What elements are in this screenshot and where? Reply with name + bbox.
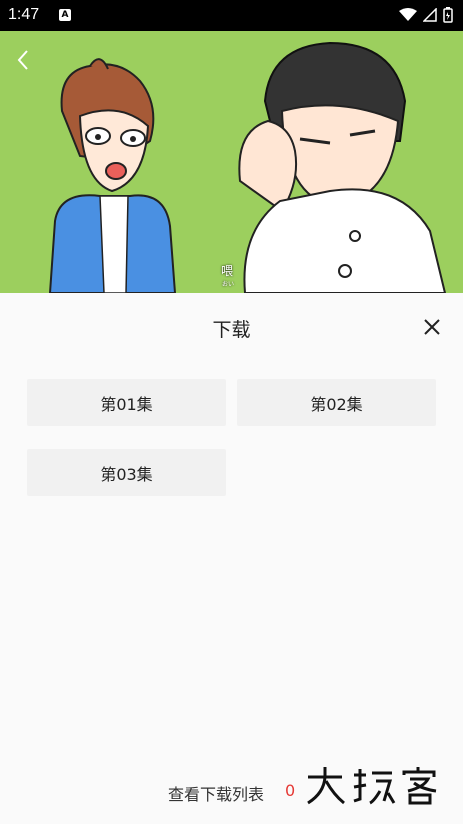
sheet-title: 下载: [212, 319, 251, 341]
status-bar: 1:47 A: [0, 0, 463, 31]
download-count-badge: 0: [285, 781, 296, 800]
wifi-icon: [399, 8, 417, 21]
subtitle-ruby: おい: [222, 281, 235, 288]
status-icons: [399, 7, 453, 23]
back-arrow-icon[interactable]: [12, 48, 36, 72]
subtitle-text: 喂: [221, 264, 234, 278]
watermark-logo: [307, 767, 437, 805]
signal-icon: [423, 8, 437, 22]
close-icon[interactable]: [422, 317, 442, 337]
notification-a-icon: A: [59, 9, 71, 21]
episode-02-button[interactable]: 第02集: [237, 379, 436, 426]
video-preview[interactable]: 喂 おい: [0, 31, 463, 293]
episode-01-button[interactable]: 第01集: [27, 379, 226, 426]
episode-03-button[interactable]: 第03集: [27, 449, 226, 496]
status-time: 1:47: [8, 6, 40, 23]
view-downloads-link[interactable]: 查看下载列表: [168, 781, 264, 805]
anime-illustration: [48, 41, 447, 293]
battery-icon: [443, 7, 453, 23]
download-sheet: 下载 第01集 第02集 第03集 查看下载列表 0: [0, 293, 463, 824]
